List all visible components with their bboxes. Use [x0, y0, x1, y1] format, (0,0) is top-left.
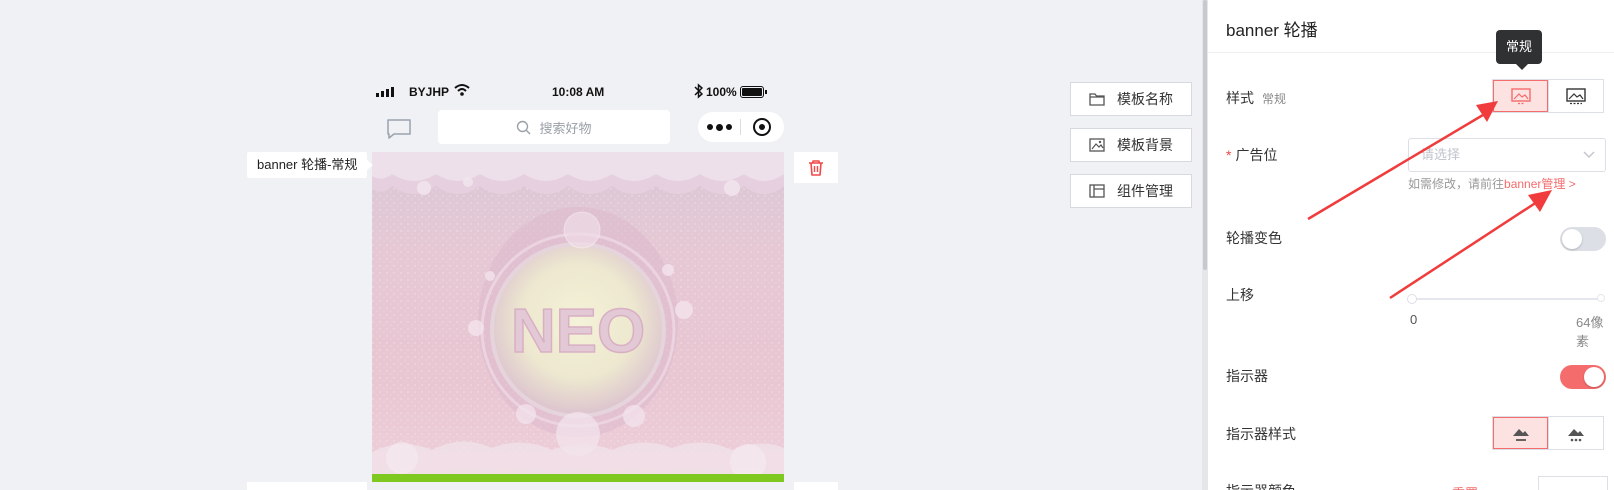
status-bar: BYJHP 10:08 AM 100% — [372, 78, 792, 108]
indicator-style-dots[interactable] — [1548, 417, 1603, 449]
next-component-label[interactable] — [247, 482, 367, 490]
component-management-label: 组件管理 — [1117, 183, 1173, 199]
move-up-slider[interactable] — [1412, 298, 1600, 300]
image-icon — [1089, 138, 1105, 152]
component-label[interactable]: banner 轮播-常规 — [247, 152, 374, 178]
move-up-slider-handle[interactable] — [1407, 294, 1417, 304]
capsule-menu — [698, 112, 784, 142]
template-background-label: 模板背景 — [1117, 137, 1173, 153]
style-row-label: 样式 常规 — [1226, 88, 1286, 108]
template-background-button[interactable]: 模板背景 — [1070, 128, 1192, 162]
scrollbar-thumb[interactable] — [1203, 0, 1207, 270]
chevron-down-icon — [1583, 151, 1595, 158]
more-icon[interactable] — [698, 123, 740, 131]
style-tooltip: 常规 — [1496, 30, 1543, 70]
component-management-button[interactable]: 组件管理 — [1070, 174, 1192, 208]
panel-title: banner 轮播 — [1226, 21, 1318, 40]
indicator-toggle[interactable] — [1560, 365, 1606, 389]
indicator-style-selector — [1492, 416, 1604, 450]
style-option-normal[interactable] — [1493, 80, 1548, 112]
next-delete-button[interactable] — [794, 482, 838, 490]
carousel-color-toggle[interactable] — [1560, 227, 1606, 251]
carrier-name: BYJHP — [409, 85, 450, 99]
search-icon — [517, 120, 531, 134]
toggle-knob — [1584, 367, 1604, 387]
ad-slot-row-label: * 广告位 — [1226, 145, 1277, 165]
search-placeholder: 搜索好物 — [539, 120, 592, 136]
slider-end-marker — [1597, 294, 1605, 302]
ad-slot-hint: 如需修改，请前往banner管理 > — [1408, 175, 1576, 192]
signal-icon — [376, 87, 394, 97]
banner-artwork: NEO — [372, 152, 784, 474]
reset-color-link[interactable]: 重置 — [1452, 483, 1478, 490]
move-up-min: 0 — [1410, 312, 1418, 327]
delete-component-button[interactable] — [794, 152, 838, 183]
bluetooth-icon — [694, 83, 703, 99]
banner-logo-text: NEO — [511, 297, 645, 366]
indicator-label: 指示器 — [1226, 368, 1268, 384]
indicator-color-picker[interactable] — [1538, 476, 1608, 490]
mini-nav-bar: 搜索好物 — [372, 110, 792, 146]
move-up-label: 上移 — [1226, 287, 1254, 303]
battery-icon — [740, 86, 767, 98]
image-normal-icon — [1510, 88, 1531, 105]
ad-slot-select[interactable]: 请选择 — [1408, 138, 1606, 172]
indicator-line-icon — [1512, 429, 1529, 441]
message-icon[interactable] — [386, 118, 412, 140]
ad-slot-label: 广告位 — [1235, 147, 1278, 163]
style-value: 常规 — [1262, 92, 1287, 106]
indicator-dots-icon — [1568, 429, 1584, 442]
toggle-knob — [1562, 229, 1582, 249]
indicator-style-line[interactable] — [1493, 417, 1548, 449]
trash-icon — [809, 160, 823, 176]
move-up-max: 64像素 — [1576, 315, 1604, 349]
indicator-color-label: 指示器颜色 — [1226, 481, 1296, 490]
template-name-label: 模板名称 — [1117, 91, 1173, 107]
required-marker: * — [1226, 147, 1232, 163]
banner-management-link[interactable]: banner管理 > — [1504, 177, 1576, 191]
folder-icon — [1089, 93, 1105, 106]
style-label: 样式 — [1226, 90, 1254, 106]
banner-image[interactable]: NEO — [372, 152, 784, 482]
battery-percent: 100% — [706, 85, 737, 99]
carousel-color-label: 轮播变色 — [1226, 230, 1282, 246]
style-option-card[interactable] — [1548, 80, 1603, 112]
close-miniprogram-icon[interactable] — [741, 117, 783, 137]
template-name-button[interactable]: 模板名称 — [1070, 82, 1192, 116]
panel-divider — [1208, 52, 1614, 53]
ad-slot-placeholder: 请选择 — [1421, 147, 1461, 162]
layout-icon — [1089, 184, 1105, 198]
status-time: 10:08 AM — [552, 85, 605, 99]
style-selector — [1492, 79, 1604, 113]
hint-prefix: 如需修改，请前往 — [1408, 177, 1505, 191]
wifi-icon — [454, 84, 470, 96]
search-bar[interactable]: 搜索好物 — [438, 110, 670, 144]
indicator-style-label: 指示器样式 — [1226, 426, 1296, 442]
image-card-icon — [1566, 88, 1586, 105]
